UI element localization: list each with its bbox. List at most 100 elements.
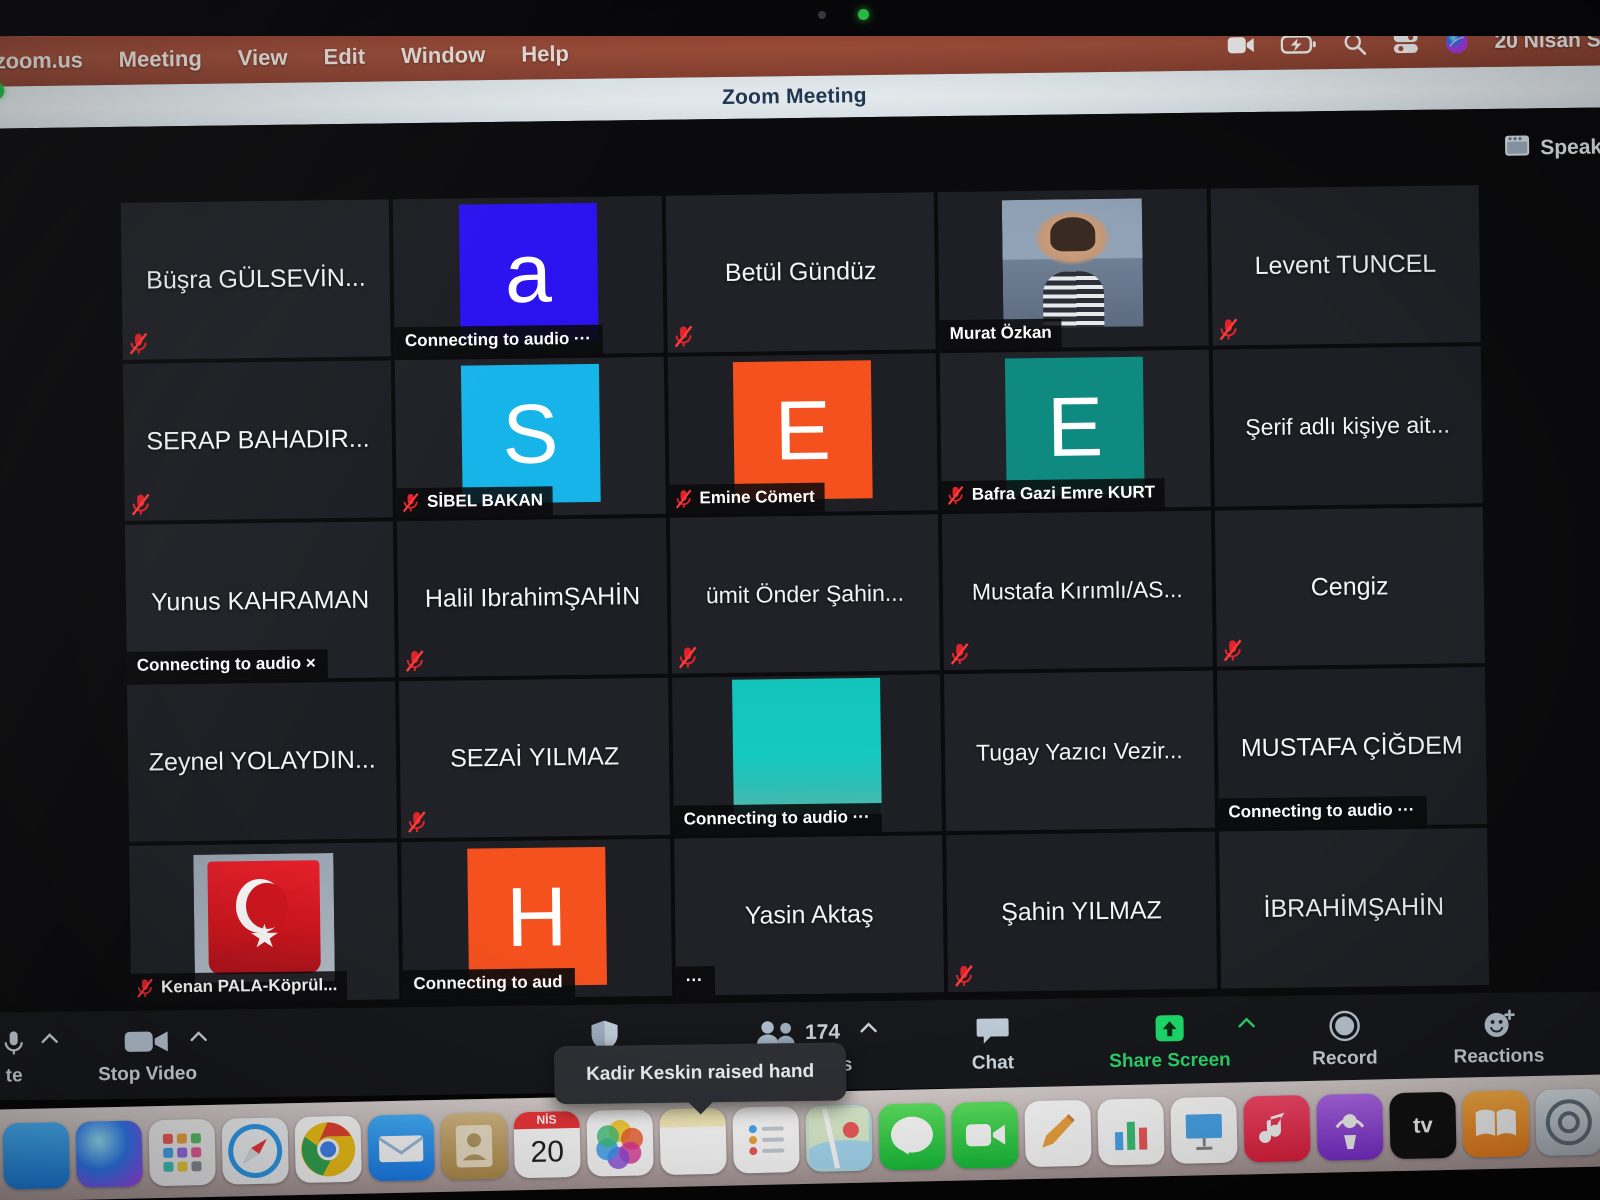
participant-tile[interactable]: İBRAHİMŞAHİN	[1218, 828, 1490, 989]
reactions-button[interactable]: Reactions	[1450, 1006, 1547, 1068]
share-screen-button[interactable]: Share Screen	[1104, 1010, 1255, 1073]
participant-tile[interactable]: Murat Özkan	[937, 188, 1209, 349]
stop-video-button[interactable]: Stop Video	[97, 1023, 207, 1085]
stop-video-label: Stop Video	[98, 1062, 198, 1085]
participants-chevron-up-icon[interactable]	[858, 1021, 878, 1040]
menubar-clock[interactable]: 20 Nisan S	[1494, 28, 1600, 53]
participant-tile[interactable]: Connecting to audio ···	[671, 674, 943, 835]
participant-tile[interactable]: Levent TUNCEL	[1210, 185, 1481, 346]
participant-name: Levent TUNCEL	[1254, 249, 1437, 281]
muted-mic-icon	[128, 331, 148, 355]
participant-tile[interactable]: Şahin YILMAZ	[946, 831, 1217, 993]
zoom-menu-icon[interactable]	[1226, 34, 1254, 56]
muted-mic-icon	[131, 492, 151, 516]
dock-icon-facetime[interactable]	[951, 1100, 1019, 1169]
participant-grid: Büşra GÜLSEVİN... a Connecting to audio ··…	[120, 185, 1490, 1003]
participant-tile[interactable]: E Bafra Gazi Emre KURT	[939, 349, 1211, 510]
menu-item-zoom-us[interactable]: zoom.us	[0, 47, 83, 74]
participant-name-chip: Emine Cömert	[669, 482, 825, 514]
menu-item-meeting[interactable]: Meeting	[119, 46, 202, 73]
reactions-icon	[1481, 1006, 1515, 1040]
menu-item-help[interactable]: Help	[521, 41, 569, 68]
muted-mic-icon	[136, 978, 154, 999]
participant-tile[interactable]: SERAP BAHADIR...	[122, 360, 394, 521]
dock-icon-contacts[interactable]	[440, 1111, 508, 1180]
battery-charging-icon[interactable]	[1280, 34, 1316, 54]
participant-name: SERAP BAHADIR...	[146, 424, 370, 456]
muted-mic-icon	[1222, 639, 1242, 663]
menu-item-edit[interactable]: Edit	[323, 44, 365, 71]
dock-icon-reminders[interactable]	[732, 1105, 800, 1174]
dock-icon-notes[interactable]	[659, 1107, 727, 1175]
participant-tile[interactable]: Tugay Yazıcı Vezir...	[944, 671, 1215, 832]
dock-icon-keynote[interactable]	[1170, 1096, 1238, 1164]
participant-tile[interactable]: a Connecting to audio ···	[393, 195, 664, 357]
participant-tile[interactable]: Yunus KAHRAMAN Connecting to audio ×	[124, 520, 396, 682]
participant-tile[interactable]: Büşra GÜLSEVİN...	[120, 199, 392, 360]
participant-tile[interactable]: Betül Gündüz	[665, 192, 936, 353]
dock-icon-calendar[interactable]: NİS 20	[513, 1110, 581, 1178]
menu-item-window[interactable]: Window	[401, 42, 485, 69]
dock-icon-safari[interactable]	[221, 1116, 289, 1185]
view-switcher-button[interactable]: Speak	[1504, 133, 1600, 161]
chat-bubble-icon	[975, 1013, 1009, 1047]
participant-tile[interactable]: Şerif adlı kişiye ait...	[1212, 345, 1483, 507]
participant-tile[interactable]: Halil IbrahimŞAHİN	[397, 517, 668, 678]
share-chevron-up-icon[interactable]	[1236, 1016, 1256, 1035]
dock-icon-siri[interactable]	[75, 1119, 143, 1188]
participant-tile[interactable]: Mustafa Kırımlı/AS...	[942, 510, 1213, 671]
participant-tile[interactable]: E Emine Cömert	[667, 353, 939, 514]
participant-tile[interactable]: SEZAİ YILMAZ	[399, 678, 670, 839]
participant-name: Zeynel YOLAYDIN...	[148, 745, 376, 777]
participant-video	[193, 852, 336, 983]
search-icon[interactable]	[1342, 32, 1366, 56]
zoom-meeting-window: Speak Büşra GÜLSEVİN... a Connecting to au…	[0, 107, 1600, 1105]
dock-icon-finder[interactable]	[2, 1121, 70, 1189]
camera-indicator-light	[858, 9, 869, 20]
dock-icon-apple-tv[interactable]: tv	[1389, 1091, 1457, 1159]
participant-name-chip: Murat Özkan	[939, 318, 1062, 349]
dock-icon-launchpad[interactable]	[148, 1118, 216, 1186]
record-label: Record	[1312, 1046, 1378, 1069]
participant-tile[interactable]: Zeynel YOLAYDIN...	[127, 681, 398, 843]
participant-tile[interactable]: Yasin Aktaş ···	[673, 835, 945, 996]
participant-name: İBRAHİMŞAHİN	[1263, 892, 1445, 924]
participant-name: Betül Gündüz	[724, 257, 877, 287]
muted-mic-icon	[954, 964, 974, 988]
muted-mic-icon	[677, 646, 697, 670]
muted-mic-icon	[402, 492, 420, 513]
dock-icon-messages[interactable]	[878, 1102, 946, 1170]
participant-tile[interactable]: H Connecting to aud	[401, 838, 672, 1000]
dock-icon-chrome[interactable]	[294, 1115, 362, 1183]
dock-icon-pages[interactable]	[1024, 1099, 1092, 1167]
record-button[interactable]: Record	[1296, 1008, 1393, 1070]
siri-icon[interactable]	[1444, 30, 1468, 54]
participant-tile[interactable]: ümit Önder Şahin...	[669, 513, 941, 675]
dock-icon-photos[interactable]	[586, 1108, 654, 1177]
connecting-status: Connecting to audio ···	[673, 803, 882, 835]
participant-tile[interactable]: S SİBEL BAKAN	[395, 356, 666, 517]
video-chevron-up-icon[interactable]	[188, 1029, 208, 1048]
control-center-icon[interactable]	[1392, 32, 1418, 54]
dock-icon-numbers[interactable]	[1097, 1097, 1165, 1166]
participant-video	[1002, 198, 1144, 329]
participant-tile[interactable]: Cengiz	[1214, 506, 1485, 667]
participant-avatar: H	[466, 846, 607, 987]
grid-view-icon	[1504, 134, 1530, 161]
mute-button[interactable]: te	[0, 1025, 58, 1087]
chat-button[interactable]: Chat	[944, 1012, 1041, 1074]
dock-icon-music[interactable]	[1243, 1094, 1311, 1162]
dock-icon-mail[interactable]	[367, 1113, 435, 1182]
dock-icon-podcasts[interactable]	[1316, 1092, 1384, 1161]
participant-tile[interactable]: Kenan PALA-Köprül...	[129, 842, 400, 1003]
mute-chevron-up-icon[interactable]	[40, 1031, 60, 1050]
participant-name-chip: Kenan PALA-Köprül...	[130, 970, 348, 1003]
dock-icon-books[interactable]	[1462, 1089, 1530, 1158]
participant-name: Şahin YILMAZ	[1000, 896, 1163, 927]
menu-item-view[interactable]: View	[238, 45, 288, 72]
share-screen-icon	[1152, 1010, 1186, 1044]
record-icon	[1328, 1008, 1360, 1042]
dock-icon-maps[interactable]	[805, 1104, 873, 1172]
participant-tile[interactable]: MUSTAFA ÇİĞDEM Connecting to audio ···	[1216, 667, 1487, 828]
dock-icon-app-store-alt[interactable]	[1535, 1088, 1600, 1156]
